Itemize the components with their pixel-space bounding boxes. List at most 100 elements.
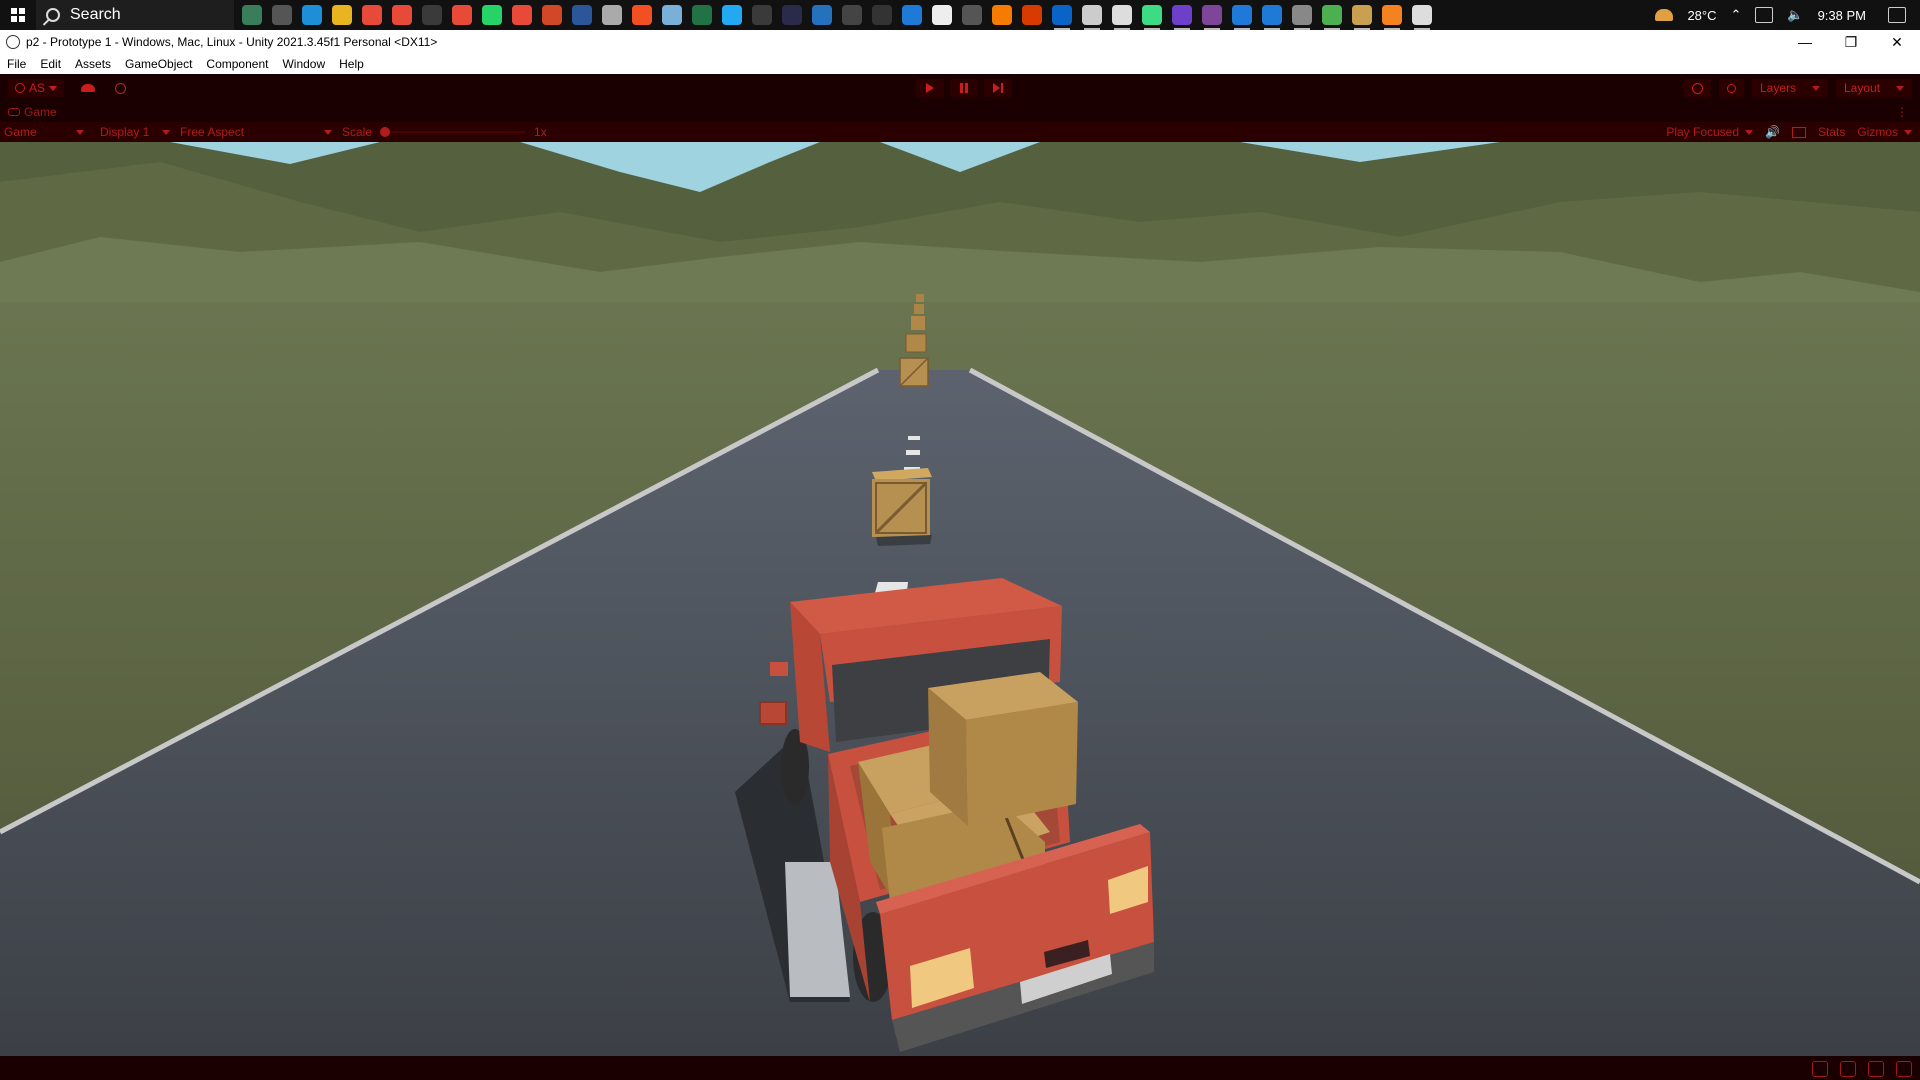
gallery-icon[interactable]: [1352, 5, 1372, 30]
chrome-icon[interactable]: [362, 5, 382, 25]
game-viewport[interactable]: [0, 142, 1920, 1056]
xampp-icon[interactable]: [992, 5, 1012, 25]
chrome-profile2-icon[interactable]: [452, 5, 472, 25]
weather-icon[interactable]: [1655, 9, 1674, 21]
menu-gameobject[interactable]: GameObject: [118, 57, 199, 71]
undo-history-button[interactable]: [1684, 79, 1711, 97]
display-dropdown[interactable]: Display 1: [100, 125, 170, 139]
step-button[interactable]: [984, 79, 1012, 97]
taskbar-search[interactable]: Search: [36, 0, 234, 30]
mute-audio-icon[interactable]: 🔊: [1765, 125, 1780, 139]
network-icon[interactable]: [1755, 7, 1774, 23]
view-mode-dropdown[interactable]: Game: [4, 125, 84, 139]
file-explorer-icon[interactable]: [332, 5, 352, 25]
play-icon: [926, 83, 934, 93]
remote-icon[interactable]: [902, 5, 922, 25]
cloud-button[interactable]: [76, 79, 100, 97]
minus-app-icon[interactable]: [932, 5, 952, 25]
unity-editor-icon[interactable]: [1412, 5, 1432, 30]
account-dropdown[interactable]: AS: [8, 79, 64, 97]
cmd-icon[interactable]: [842, 5, 862, 25]
mysql-icon[interactable]: [1262, 5, 1282, 30]
chrome-profile-icon[interactable]: [392, 5, 412, 25]
task-view-icon[interactable]: [272, 5, 292, 25]
powerpoint-icon[interactable]: [542, 5, 562, 25]
weather-app-icon[interactable]: [602, 5, 622, 25]
tab-game[interactable]: Game: [8, 105, 57, 119]
store-icon[interactable]: [632, 5, 652, 25]
scale-slider-handle[interactable]: [380, 127, 391, 137]
chevron-down-icon: [76, 129, 84, 135]
unity-logo-icon: [6, 35, 20, 49]
menu-edit[interactable]: Edit: [33, 57, 68, 71]
windows-logo-icon: [11, 8, 25, 22]
notepad-icon[interactable]: [662, 5, 682, 25]
weather-temp[interactable]: 28°C: [1687, 8, 1716, 23]
obs-icon[interactable]: [872, 5, 892, 25]
unity-hub-icon[interactable]: [1082, 5, 1102, 30]
notification-icon[interactable]: [1896, 1061, 1912, 1077]
blender-app-icon[interactable]: [1112, 5, 1132, 30]
play-button[interactable]: [916, 79, 944, 97]
photoshop-icon[interactable]: [1052, 5, 1072, 30]
search-app-icon[interactable]: [1382, 5, 1402, 30]
volume-icon[interactable]: 🔈: [1787, 7, 1803, 23]
github-icon[interactable]: [1172, 5, 1192, 30]
scale-slider[interactable]: [380, 127, 527, 137]
menu-component[interactable]: Component: [199, 57, 275, 71]
layout-dropdown[interactable]: Layout: [1836, 79, 1912, 97]
android-icon[interactable]: [1142, 5, 1162, 30]
chrome-profile3-icon[interactable]: [512, 5, 532, 25]
start-button[interactable]: [0, 0, 36, 30]
restore-button[interactable]: ❐: [1828, 34, 1874, 51]
tor-icon[interactable]: [1202, 5, 1222, 30]
pause-button[interactable]: [950, 79, 978, 97]
steam-icon[interactable]: [422, 5, 442, 25]
unity-toolbar: AS Layers Layout: [0, 74, 1920, 102]
progress-icon[interactable]: [1868, 1061, 1884, 1077]
stats-toggle[interactable]: Stats: [1818, 125, 1845, 139]
edge-icon[interactable]: [302, 5, 322, 25]
vscode-icon[interactable]: [722, 5, 742, 25]
database-icon[interactable]: [1292, 5, 1312, 30]
history-icon: [1692, 82, 1703, 94]
clock-app-icon[interactable]: [962, 5, 982, 25]
cloud-icon: [81, 84, 95, 92]
layers-dropdown[interactable]: Layers: [1752, 79, 1828, 97]
menu-help[interactable]: Help: [332, 57, 371, 71]
minimize-button[interactable]: —: [1782, 34, 1828, 51]
search-icon: [1727, 83, 1736, 93]
cache-icon[interactable]: [1840, 1061, 1856, 1077]
window-title-bar: p2 - Prototype 1 - Windows, Mac, Linux -…: [0, 30, 1920, 54]
news-widget-icon[interactable]: [242, 5, 262, 25]
powershell-icon[interactable]: [812, 5, 832, 25]
game-tab-header: Game ⋮: [0, 102, 1920, 122]
aspect-dropdown[interactable]: Free Aspect: [180, 125, 332, 139]
network-app-icon[interactable]: [1232, 5, 1252, 30]
layers-label: Layers: [1760, 81, 1797, 95]
close-button[interactable]: ✕: [1874, 34, 1920, 51]
search-button[interactable]: [1719, 79, 1744, 97]
tab-options-icon[interactable]: ⋮: [1896, 105, 1908, 119]
keyboard-shortcuts-icon[interactable]: [1791, 126, 1806, 138]
game-scene: [0, 142, 1920, 1056]
gizmos-dropdown[interactable]: Gizmos: [1857, 125, 1912, 139]
terminal-icon[interactable]: [782, 5, 802, 25]
excel-icon[interactable]: [692, 5, 712, 25]
taskbar-clock[interactable]: 9:38 PM: [1818, 8, 1866, 23]
word-icon[interactable]: [572, 5, 592, 25]
play-focused-dropdown[interactable]: Play Focused: [1666, 125, 1754, 139]
cube-app-icon[interactable]: [1322, 5, 1342, 30]
menu-file[interactable]: File: [0, 57, 33, 71]
whatsapp-icon[interactable]: [482, 5, 502, 25]
color-app-icon[interactable]: [1022, 5, 1042, 25]
scale-label: Scale: [342, 125, 373, 139]
menu-assets[interactable]: Assets: [68, 57, 118, 71]
notifications-icon[interactable]: [1888, 7, 1906, 23]
chevron-up-icon[interactable]: ⌃: [1730, 7, 1741, 23]
debug-icon[interactable]: [1812, 1061, 1828, 1077]
collab-button[interactable]: [108, 79, 132, 97]
menu-window[interactable]: Window: [275, 57, 332, 71]
tool-icon[interactable]: [752, 5, 772, 25]
play-focused-label: Play Focused: [1666, 125, 1740, 139]
